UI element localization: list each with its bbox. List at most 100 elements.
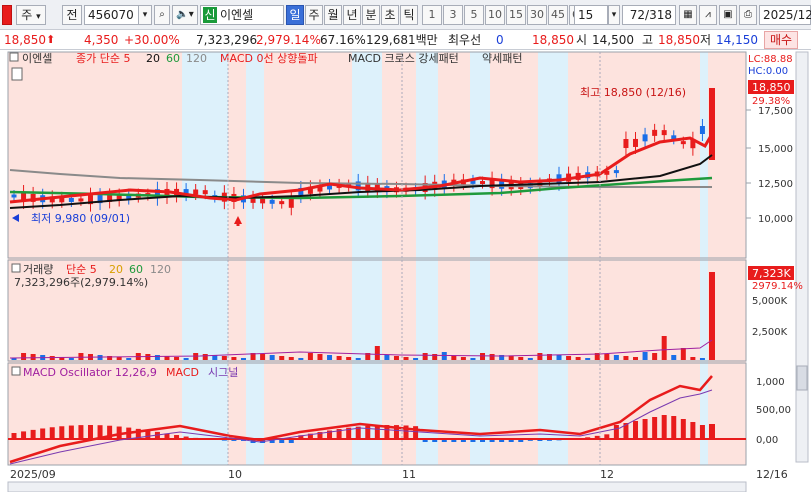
volume-value: 7,323,296 — [196, 33, 258, 47]
legend-box-icon[interactable] — [9, 52, 19, 62]
speaker-icon[interactable]: 🔈▾ — [172, 5, 198, 25]
panel-menu-icon[interactable] — [11, 67, 23, 81]
horizontal-scrollbar[interactable] — [7, 481, 747, 492]
scrollbar-thumb[interactable] — [796, 365, 808, 391]
candle-body — [260, 198, 266, 204]
legend-ma5[interactable]: 종가 단순 5 — [76, 52, 130, 65]
volume-bar — [183, 358, 189, 360]
tab-minute[interactable]: 분 — [362, 5, 380, 25]
expand-icon[interactable] — [2, 5, 12, 25]
vertical-scrollbar[interactable] — [795, 51, 809, 463]
priority-value: 0 — [496, 33, 504, 47]
volume-bar — [642, 352, 648, 360]
volume-y-tick: 5,000K — [752, 296, 788, 307]
search-icon[interactable]: ⌕ — [154, 5, 170, 25]
interval-1[interactable]: 1 — [422, 5, 442, 25]
code-dropdown-icon[interactable]: ▾ — [138, 5, 152, 25]
interval-input[interactable]: 15 — [574, 5, 608, 25]
volume-legend-ma60[interactable]: 60 — [129, 263, 143, 276]
interval-45[interactable]: 45 — [548, 5, 568, 25]
macd-y-tick: 1,000 — [756, 377, 785, 388]
macd-bar — [709, 424, 715, 439]
stock-chart[interactable]: 이엔셀 종가 단순 5 20 60 120 MACD 0선 상향돌파 MACD … — [0, 50, 811, 492]
volume-bar — [336, 356, 342, 360]
volume-bar — [174, 357, 180, 360]
new-listing-badge: 신 — [203, 7, 217, 23]
volume-legend-title[interactable]: 거래량 — [23, 263, 53, 276]
volume-y-tick: 2,500K — [752, 327, 788, 338]
interval-5[interactable]: 5 — [464, 5, 484, 25]
macd-bar — [59, 426, 65, 439]
stock-name-field[interactable]: 신 이엔셀 — [200, 5, 284, 25]
tab-week[interactable]: 주 — [305, 5, 323, 25]
legend-weak-pattern[interactable]: 약세패턴 — [482, 51, 522, 65]
period-select[interactable]: 주 ▾ — [16, 5, 46, 25]
interval-10[interactable]: 10 — [485, 5, 505, 25]
save-icon[interactable]: ▣ — [719, 5, 737, 25]
print-icon[interactable]: ⎙ — [739, 5, 757, 25]
legend-macd-cross[interactable]: MACD 크로스 강세패턴 — [348, 52, 459, 65]
volume-bar — [307, 353, 313, 360]
volume-bar — [221, 356, 227, 360]
tab-tick[interactable]: 틱 — [400, 5, 418, 25]
volume-bar — [78, 353, 84, 360]
volume-legend-ma120[interactable]: 120 — [150, 263, 171, 276]
legend-ma60[interactable]: 60 — [166, 52, 180, 65]
candle-body — [699, 126, 705, 134]
candle-body — [279, 201, 285, 205]
buy-button[interactable]: 매수 — [764, 31, 799, 49]
macd-legend-title[interactable]: MACD Oscillator 12,26,9 — [23, 366, 157, 379]
open-value: 14,500 — [592, 33, 634, 47]
candle-body — [652, 129, 658, 136]
macd-y-tick: 500,00 — [756, 405, 791, 416]
candle-body — [202, 190, 208, 195]
legend-ma20[interactable]: 20 — [146, 52, 160, 65]
candle-body — [709, 88, 715, 160]
volume-bar — [633, 357, 639, 360]
volume-bar — [451, 356, 457, 360]
volume-bar — [384, 355, 390, 360]
interval-15[interactable]: 15 — [506, 5, 526, 25]
macd-legend-box-icon[interactable] — [11, 366, 21, 376]
date-input[interactable]: 2025/12/ — [759, 5, 811, 25]
interval-3[interactable]: 3 — [443, 5, 463, 25]
current-price-box-text: 18,850 — [752, 81, 791, 94]
macd-bar — [30, 429, 36, 439]
tab-second[interactable]: 초 — [381, 5, 399, 25]
volume-bar — [661, 336, 667, 360]
macd-bar — [613, 425, 619, 439]
volume-legend-ma5[interactable]: 단순 5 — [66, 263, 97, 276]
volume-legend-ma20[interactable]: 20 — [109, 263, 123, 276]
macd-legend-signal[interactable]: 시그널 — [208, 366, 238, 379]
volume-bar — [413, 358, 419, 360]
x-label-oct: 10 — [228, 468, 242, 481]
tab-month[interactable]: 월 — [324, 5, 342, 25]
legend-macd-zero-cross[interactable]: MACD 0선 상향돌파 — [220, 52, 318, 65]
tab-day[interactable]: 일 — [286, 5, 304, 25]
toolbar: 주 ▾ 전 456070 ▾ ⌕ 🔈▾ 신 이엔셀 일 주 월 년 분 초 틱 1… — [0, 0, 811, 30]
tab-year[interactable]: 년 — [343, 5, 361, 25]
price-y-tick: 15,000 — [758, 144, 793, 155]
volume-legend-box-icon[interactable] — [11, 263, 21, 273]
grid-icon[interactable]: ▦ — [679, 5, 697, 25]
jeon-button[interactable]: 전 — [62, 5, 82, 25]
interval-dropdown-icon[interactable]: ▾ — [608, 5, 620, 25]
interval-30[interactable]: 30 — [527, 5, 547, 25]
macd-bar — [365, 425, 371, 439]
macd-legend-macd[interactable]: MACD — [166, 366, 199, 379]
up-arrow-icon: ⬆ — [46, 33, 56, 46]
candle-body — [68, 197, 74, 202]
x-label-nov: 11 — [402, 468, 416, 481]
macd-bar — [21, 431, 27, 439]
volume-current-box-text: 7,323K — [752, 267, 791, 280]
chart-tool-icon[interactable]: ⩘ — [699, 5, 717, 25]
volume-bar — [269, 355, 275, 360]
volume-bar — [556, 355, 562, 360]
legend-stock[interactable]: 이엔셀 — [22, 52, 52, 65]
macd-bar — [87, 425, 93, 439]
legend-ma120[interactable]: 120 — [186, 52, 207, 65]
volume-bar — [518, 357, 524, 360]
current-price: 18,850 — [4, 33, 46, 47]
macd-bar — [661, 415, 667, 439]
quote-info-row: 18,850 ⬆ 4,350 +30.00% 7,323,296 2,979.1… — [0, 30, 811, 50]
